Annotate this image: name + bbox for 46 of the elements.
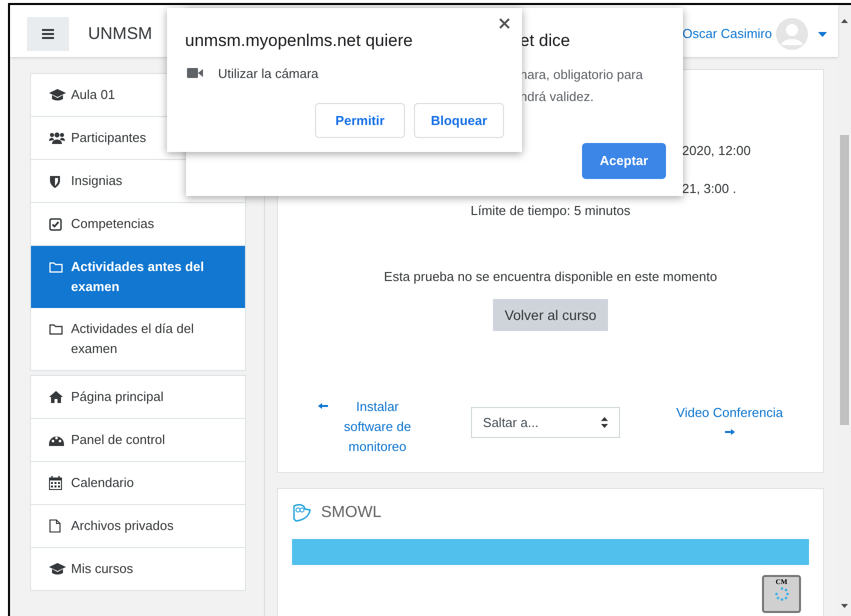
unavailable-message: Esta prueba no se encuentra disponible en este momento	[384, 268, 718, 286]
shield-icon	[49, 174, 61, 188]
spinner-icon	[774, 587, 788, 601]
prev-link[interactable]: Instalar software de monitoreo	[318, 397, 425, 457]
folder-icon	[49, 261, 63, 273]
owl-icon	[292, 504, 311, 522]
sidebar-item[interactable]: Calendario	[31, 462, 245, 505]
sidebar-item[interactable]: Archivos privados	[31, 505, 245, 548]
menu-icon	[42, 29, 54, 39]
next-link[interactable]: Video Conferencia	[676, 403, 783, 435]
sidebar-item[interactable]: Mis cursos	[31, 548, 245, 590]
allow-button[interactable]: Permitir	[315, 103, 405, 138]
block-button[interactable]: Bloquear	[414, 103, 504, 138]
close-icon[interactable]	[499, 18, 510, 29]
users-icon	[49, 132, 65, 144]
sidebar-item[interactable]: Panel de control	[31, 419, 245, 462]
sidebar-item[interactable]: Actividades el día del examen	[31, 308, 245, 370]
site-name[interactable]: UNMSM	[88, 21, 152, 47]
graduation-cap-icon	[49, 563, 66, 575]
arrow-right-icon	[724, 429, 735, 435]
accept-button[interactable]: Aceptar	[582, 143, 666, 179]
popup-title: unmsm.myopenlms.net quiere	[185, 30, 414, 52]
graduation-cap-icon	[49, 89, 66, 101]
smowl-title: SMOWL	[321, 503, 382, 523]
sidebar-item[interactable]: Actividades antes del examen	[31, 246, 245, 308]
scroll-thumb[interactable]	[840, 135, 849, 425]
home-icon	[49, 391, 63, 403]
camera-icon	[187, 68, 203, 78]
back-button[interactable]: Volver al curso	[492, 299, 608, 331]
sort-icon	[601, 417, 608, 428]
file-icon	[49, 519, 61, 533]
user-name[interactable]: Oscar Casimiro	[682, 24, 772, 44]
menu-button[interactable]	[27, 17, 69, 51]
scroll-up-icon[interactable]	[841, 19, 848, 23]
checkbox-icon	[49, 218, 62, 230]
folder-icon	[49, 323, 63, 335]
time-limit: Límite de tiempo: 5 minutos	[470, 202, 630, 220]
gauge-icon	[49, 434, 64, 446]
arrow-left-icon	[318, 403, 328, 409]
jump-select[interactable]: Saltar a...	[470, 407, 620, 438]
open-date: 2020, 12:00	[682, 142, 751, 160]
scroll-down-icon[interactable]	[841, 604, 848, 608]
calendar-icon	[49, 476, 62, 490]
close-date: 21, 3:00 .	[682, 180, 738, 198]
caret-icon[interactable]	[818, 32, 827, 36]
sidebar-item[interactable]: Página principal	[31, 376, 245, 419]
